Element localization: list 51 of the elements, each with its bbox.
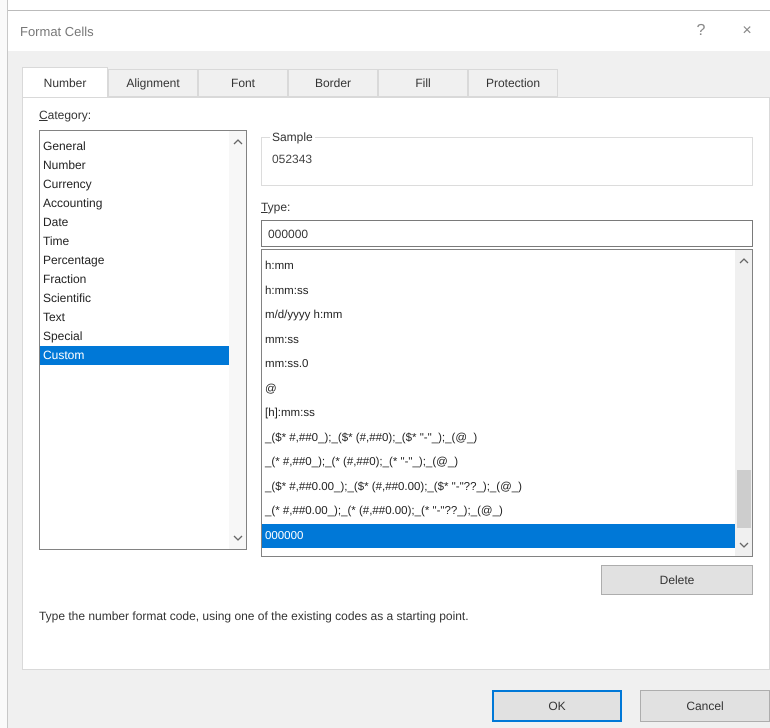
close-button[interactable]: × [724, 11, 770, 51]
category-item[interactable]: Number [40, 156, 229, 175]
description-text: Type the number format code, using one of the existing codes as a starting point. [39, 609, 470, 623]
scroll-up-icon[interactable] [738, 258, 748, 264]
category-item[interactable]: Scientific [40, 289, 229, 308]
type-field[interactable]: 000000 [261, 220, 753, 247]
format-item[interactable]: h:mm [262, 254, 735, 278]
category-list[interactable]: General Number Currency Accounting Date Time Percentage Fraction Scientific Text Special Custom [39, 130, 247, 550]
category-item[interactable]: Percentage [40, 251, 229, 270]
sample-value: 052343 [272, 152, 314, 166]
cancel-button[interactable]: Cancel [640, 690, 770, 722]
tab[interactable]: Fill [378, 69, 468, 97]
format-item[interactable]: mm:ss [262, 328, 735, 352]
tab[interactable]: Alignment [108, 69, 198, 97]
scrollbar[interactable] [229, 131, 246, 549]
category-item[interactable]: Fraction [40, 270, 229, 289]
format-item[interactable]: [h]:mm:ss [262, 401, 735, 426]
help-button[interactable]: ? [678, 11, 724, 51]
format-item[interactable]: m/d/yyyy h:mm [262, 303, 735, 328]
tab[interactable]: Border [288, 69, 378, 97]
category-item[interactable]: Currency [40, 175, 229, 194]
category-item[interactable]: Special [40, 327, 229, 346]
category-item[interactable]: Custom [40, 346, 229, 365]
category-item[interactable]: Accounting [40, 194, 229, 213]
scroll-up-icon[interactable] [232, 139, 242, 145]
category-item[interactable]: Time [40, 232, 229, 251]
format-item[interactable]: _($* #,##0.00_);_($* (#,##0.00);_($* "-"??_);_(@_) [262, 474, 735, 499]
ok-button[interactable]: OK [492, 690, 622, 722]
format-list[interactable] [261, 249, 753, 557]
category-label: Category: [39, 108, 92, 122]
scroll-down-icon[interactable] [232, 535, 242, 541]
format-item[interactable]: mm:ss.0 [262, 352, 735, 376]
type-label: Type: [261, 200, 292, 214]
tab[interactable]: Number [22, 67, 108, 97]
scroll-down-icon[interactable] [738, 542, 748, 548]
tab[interactable]: Protection [468, 69, 558, 97]
delete-button[interactable]: Delete [601, 565, 753, 595]
category-item[interactable]: Date [40, 213, 229, 232]
format-item[interactable]: h:mm:ss [262, 278, 735, 303]
scrollbar[interactable] [735, 250, 752, 556]
category-item[interactable]: Text [40, 308, 229, 327]
format-item[interactable]: _(* #,##0_);_(* (#,##0);_(* "-"_);_(@_) [262, 450, 735, 474]
format-item[interactable]: _($* #,##0_);_($* (#,##0);_($* "-"_);_(@_) [262, 426, 735, 450]
scroll-thumb[interactable] [736, 470, 750, 528]
category-item[interactable]: General [40, 137, 229, 156]
format-item[interactable]: 000000 [262, 524, 735, 548]
format-item[interactable]: _(* #,##0.00_);_(* (#,##0.00);_(* "-"??_);_(@_) [262, 499, 735, 524]
tab[interactable]: Font [198, 69, 288, 97]
sample-label: Sample [271, 130, 314, 144]
format-item[interactable]: @ [262, 376, 735, 401]
window-title: Format Cells [20, 24, 95, 38]
